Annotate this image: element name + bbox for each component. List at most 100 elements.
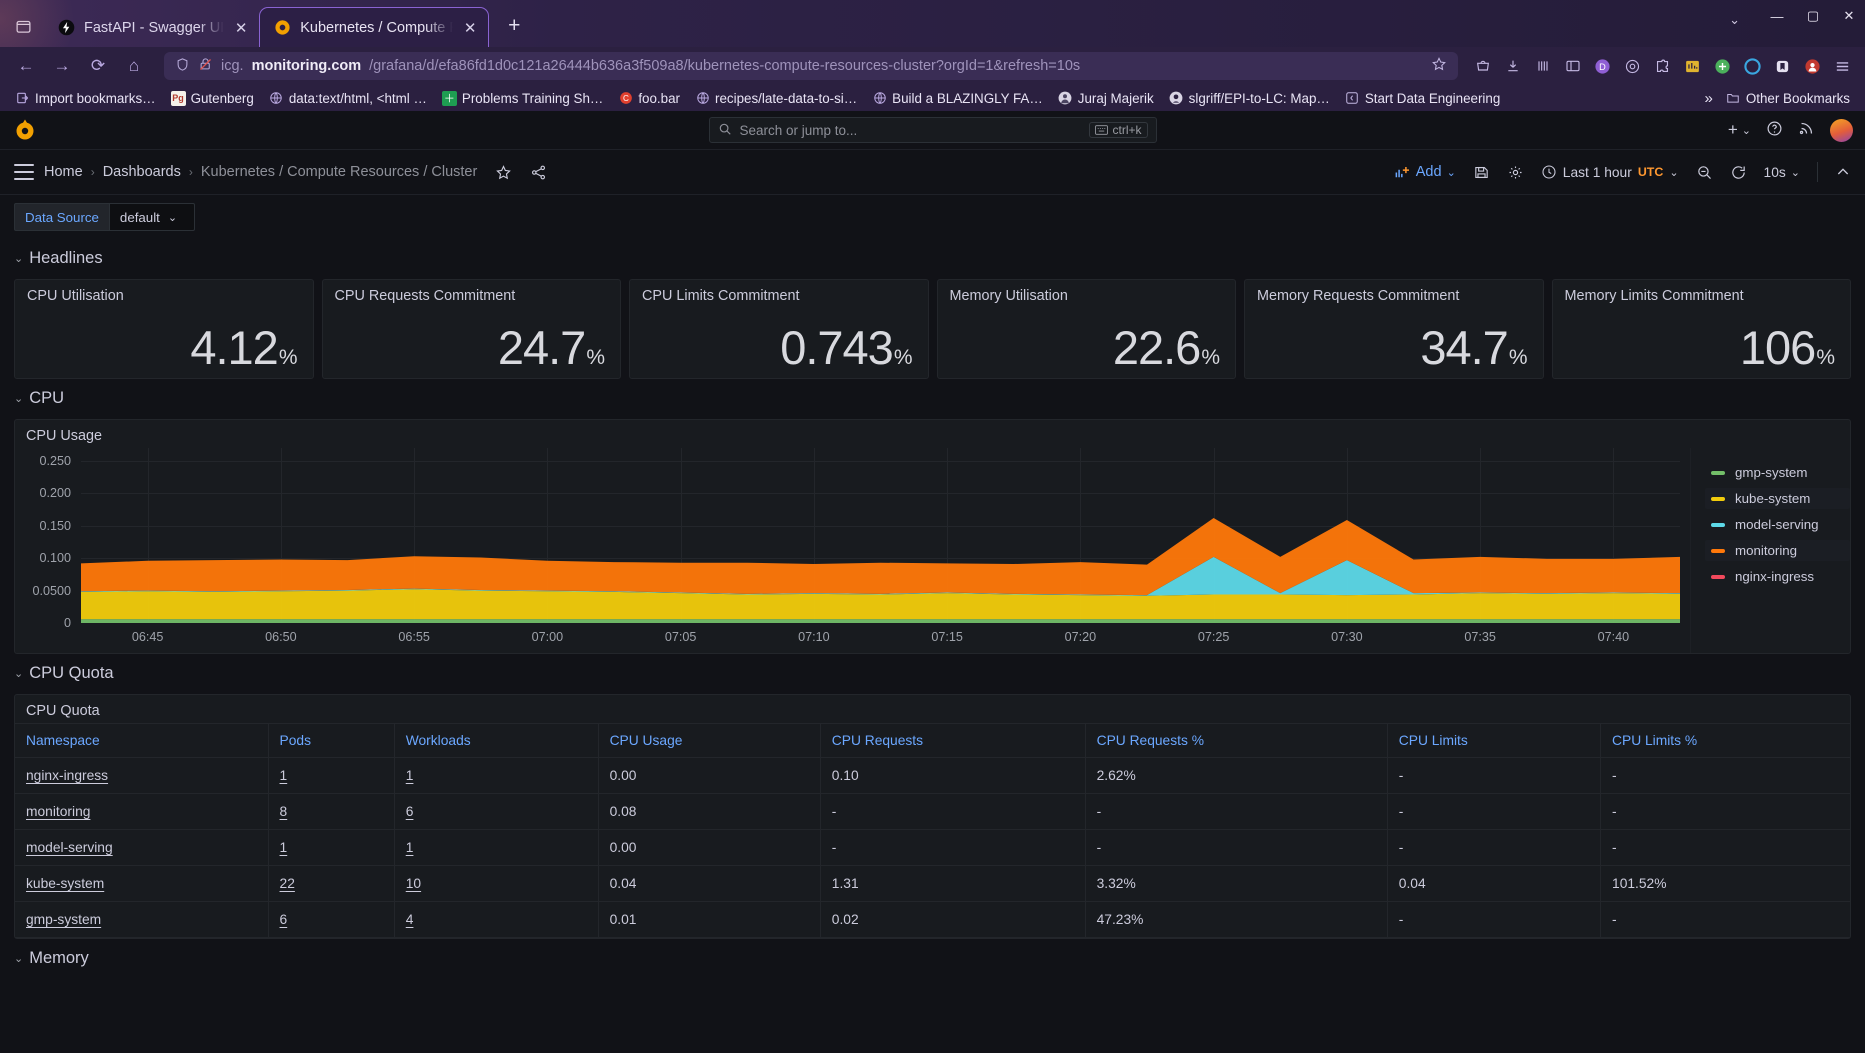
cell-namespace[interactable]: model-serving: [15, 829, 269, 866]
cell-workloads[interactable]: 1: [394, 829, 599, 866]
bookmark-gutenberg[interactable]: Pg Gutenberg: [165, 89, 260, 108]
chart-ext-icon[interactable]: [1682, 56, 1703, 77]
cell-namespace[interactable]: kube-system: [15, 865, 269, 902]
add-menu-button[interactable]: + ⌄: [1728, 120, 1751, 140]
section-header-cpu-quota[interactable]: ⌄ CPU Quota: [14, 658, 1851, 688]
legend-item-monitoring[interactable]: monitoring: [1705, 540, 1850, 561]
cell-link[interactable]: 8: [280, 804, 288, 819]
panel-title[interactable]: CPU Quota: [15, 695, 1850, 723]
cell-link[interactable]: 1: [280, 840, 288, 855]
menu-toggle-button[interactable]: [14, 164, 34, 180]
refresh-interval-picker[interactable]: 10s ⌄: [1764, 165, 1800, 180]
bookmark-import[interactable]: Import bookmarks…: [9, 89, 162, 108]
address-bar[interactable]: icg. monitoring.com/grafana/d/efa86fd1d0c…: [164, 52, 1458, 80]
circle-blue-icon[interactable]: [1742, 56, 1763, 77]
cell-namespace[interactable]: monitoring: [15, 793, 269, 830]
column-header[interactable]: CPU Requests: [820, 723, 1086, 758]
cell-pods[interactable]: 8: [268, 793, 395, 830]
gear-icon[interactable]: [1507, 164, 1524, 181]
extension-purple-icon[interactable]: D: [1592, 56, 1613, 77]
stat-panel-memory-requests-commitment[interactable]: Memory Requests Commitment 34.7%: [1244, 279, 1544, 379]
bookmark-star-icon[interactable]: [1431, 56, 1447, 76]
grafana-logo[interactable]: [12, 117, 38, 143]
cell-pods[interactable]: 1: [268, 829, 395, 866]
shield-icon[interactable]: [175, 57, 190, 76]
cell-link[interactable]: 4: [406, 912, 414, 927]
cell-workloads[interactable]: 1: [394, 757, 599, 794]
reload-button[interactable]: ⟳: [82, 50, 114, 82]
timeseries-chart[interactable]: 0 0.0500 0.100 0.150 0.200 0.250 06:45 06:50 06…: [15, 448, 1690, 653]
stat-panel-cpu-utilisation[interactable]: CPU Utilisation 4.12%: [14, 279, 314, 379]
tab-list-dropdown-icon[interactable]: ⌄: [1729, 12, 1740, 28]
forward-button[interactable]: →: [46, 50, 78, 82]
sidebar-icon[interactable]: [1562, 56, 1583, 77]
column-header[interactable]: CPU Limits: [1387, 723, 1602, 758]
browser-menu-icon[interactable]: [1832, 56, 1853, 77]
shopping-icon[interactable]: [1472, 56, 1493, 77]
cell-link[interactable]: nginx-ingress: [26, 768, 108, 783]
close-icon[interactable]: ✕: [462, 19, 478, 37]
tab-search-icon[interactable]: [8, 11, 38, 41]
library-icon[interactable]: [1532, 56, 1553, 77]
bookmark-other-bookmarks[interactable]: Other Bookmarks: [1720, 89, 1856, 108]
bookmark-ext-icon[interactable]: [1772, 56, 1793, 77]
back-button[interactable]: ←: [10, 50, 42, 82]
section-header-memory[interactable]: ⌄ Memory: [14, 943, 1851, 973]
browser-tab-grafana[interactable]: Kubernetes / Compute Re ✕: [259, 7, 490, 47]
column-header[interactable]: Workloads: [394, 723, 599, 758]
help-icon[interactable]: [1766, 120, 1783, 140]
cell-pods[interactable]: 6: [268, 901, 395, 938]
bookmark-start-data-engineering[interactable]: Start Data Engineering: [1339, 89, 1506, 108]
add-ext-icon[interactable]: [1712, 56, 1733, 77]
section-header-headlines[interactable]: ⌄ Headlines: [14, 243, 1851, 273]
cell-namespace[interactable]: gmp-system: [15, 901, 269, 938]
browser-tab-fastapi[interactable]: FastAPI - Swagger UI ✕: [44, 8, 259, 47]
cell-link[interactable]: kube-system: [26, 876, 104, 891]
cell-namespace[interactable]: nginx-ingress: [15, 757, 269, 794]
close-window-button[interactable]: ✕: [1841, 8, 1857, 24]
breadcrumb-home[interactable]: Home: [44, 164, 83, 180]
cell-link[interactable]: 22: [280, 876, 295, 891]
user-avatar[interactable]: [1830, 118, 1853, 142]
minimize-button[interactable]: —: [1769, 8, 1785, 24]
close-icon[interactable]: ✕: [233, 19, 249, 37]
bookmark-juraj-majerik[interactable]: Juraj Majerik: [1052, 89, 1160, 108]
cell-workloads[interactable]: 10: [394, 865, 599, 902]
cell-link[interactable]: 10: [406, 876, 421, 891]
stat-panel-memory-utilisation[interactable]: Memory Utilisation 22.6%: [936, 279, 1236, 379]
time-range-picker[interactable]: Last 1 hour UTC ⌄: [1541, 164, 1679, 180]
column-header[interactable]: CPU Limits %: [1600, 723, 1850, 758]
settings-ext-icon[interactable]: [1622, 56, 1643, 77]
stat-panel-cpu-limits-commitment[interactable]: CPU Limits Commitment 0.743%: [629, 279, 929, 379]
chevron-up-icon[interactable]: [1835, 164, 1851, 180]
new-tab-button[interactable]: +: [497, 9, 531, 43]
cell-link[interactable]: gmp-system: [26, 912, 101, 927]
stat-panel-memory-limits-commitment[interactable]: Memory Limits Commitment 106%: [1551, 279, 1851, 379]
legend-item-gmp-system[interactable]: gmp-system: [1705, 462, 1850, 483]
cell-pods[interactable]: 22: [268, 865, 395, 902]
cell-link[interactable]: 6: [406, 804, 414, 819]
cell-link[interactable]: 1: [406, 840, 414, 855]
search-input[interactable]: Search or jump to... ctrl+k: [708, 117, 1157, 143]
bookmarks-overflow-icon[interactable]: »: [1704, 90, 1712, 107]
legend-item-nginx-ingress[interactable]: nginx-ingress: [1705, 566, 1850, 587]
cell-link[interactable]: 1: [280, 768, 288, 783]
panel-title[interactable]: CPU Usage: [15, 420, 1850, 448]
datasource-variable-select[interactable]: default ⌄: [108, 203, 195, 231]
add-panel-button[interactable]: Add ⌄: [1394, 164, 1456, 180]
save-icon[interactable]: [1473, 164, 1490, 181]
cell-workloads[interactable]: 4: [394, 901, 599, 938]
star-icon[interactable]: [495, 164, 512, 181]
profile-red-icon[interactable]: [1802, 56, 1823, 77]
bookmark-slgriff-epi-to-lc[interactable]: slgriff/EPI-to-LC: Map…: [1163, 89, 1336, 108]
cell-link[interactable]: 6: [280, 912, 288, 927]
legend-item-model-serving[interactable]: model-serving: [1705, 514, 1850, 535]
maximize-button[interactable]: ▢: [1805, 8, 1821, 24]
share-icon[interactable]: [530, 164, 547, 181]
column-header[interactable]: CPU Usage: [598, 723, 821, 758]
zoom-out-icon[interactable]: [1696, 164, 1713, 181]
bookmark-blazingly-fast[interactable]: Build a BLAZINGLY FA…: [866, 89, 1049, 108]
cell-link[interactable]: 1: [406, 768, 414, 783]
column-header[interactable]: CPU Requests %: [1085, 723, 1388, 758]
column-header[interactable]: Namespace: [15, 723, 269, 758]
